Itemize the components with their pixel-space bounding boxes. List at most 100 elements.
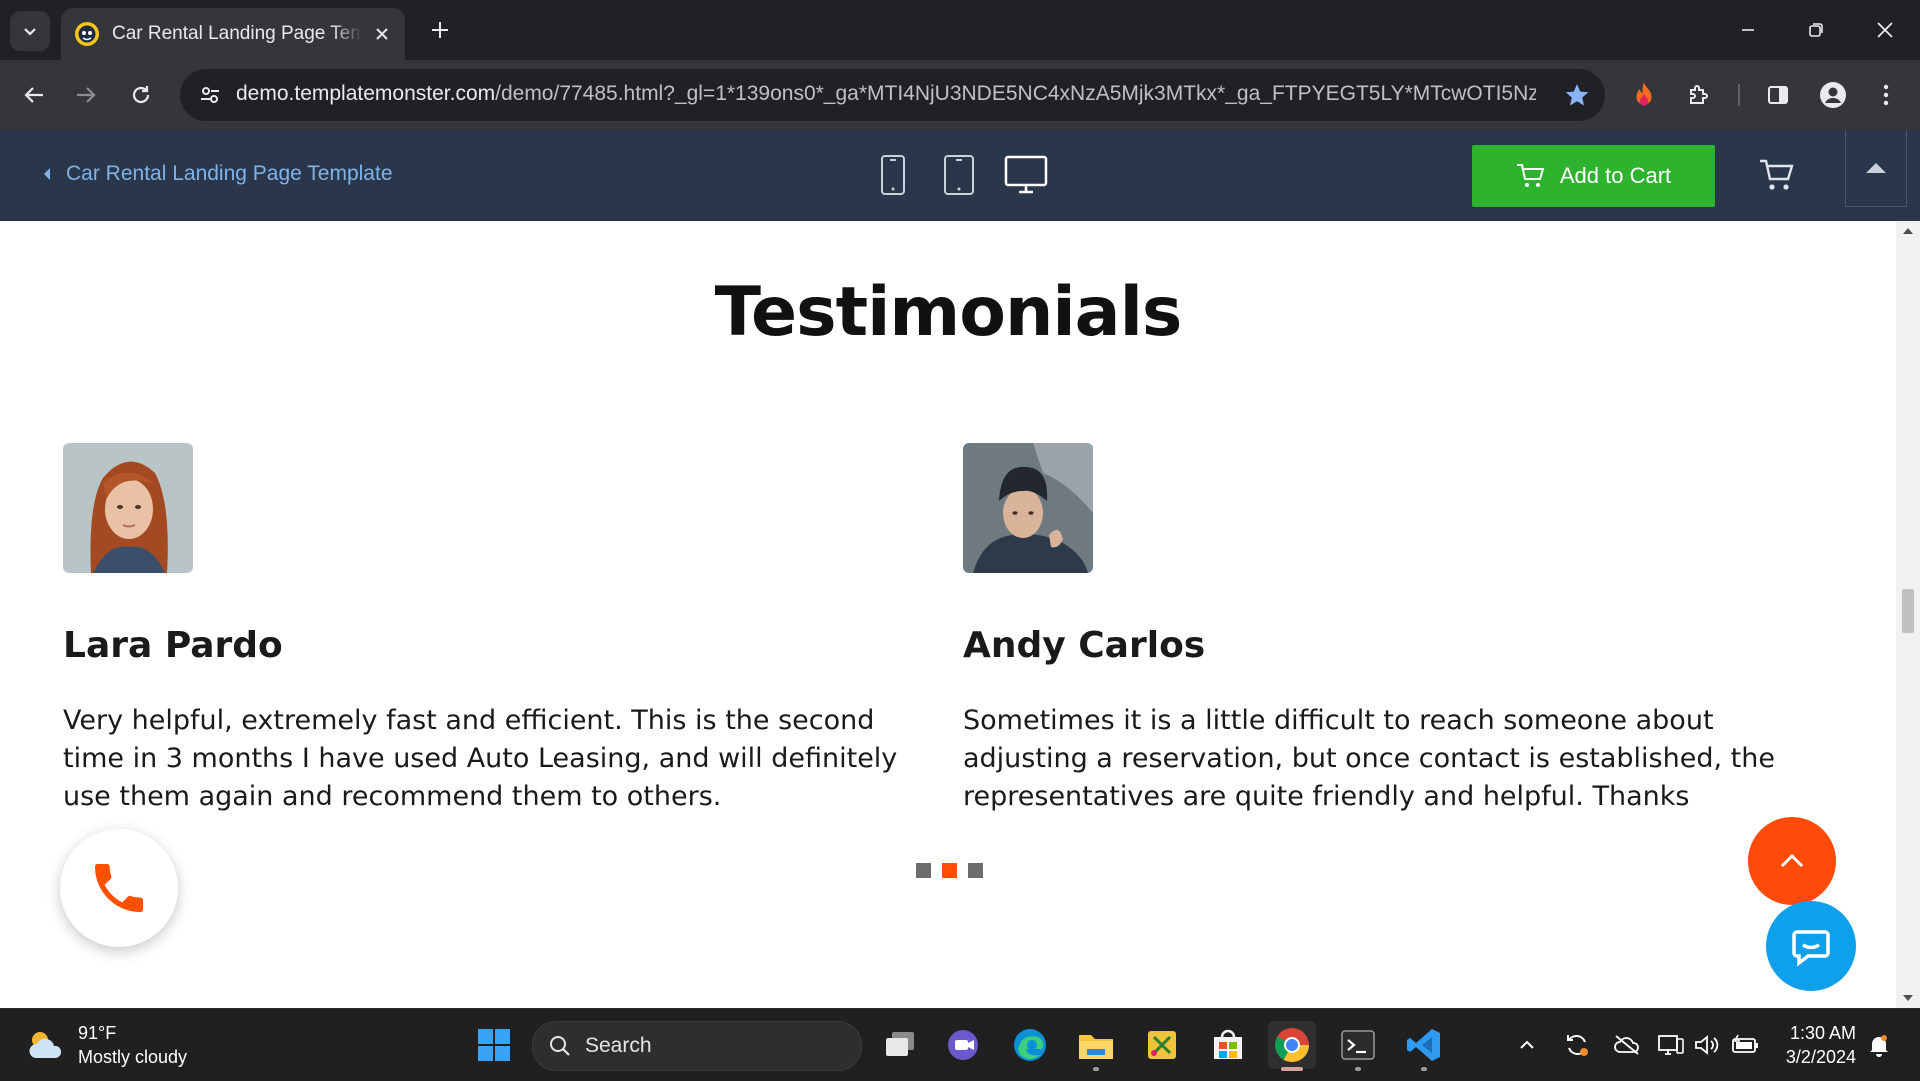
add-to-cart-label: Add to Cart	[1559, 163, 1672, 188]
caret-left-icon	[44, 168, 50, 180]
call-button[interactable]	[60, 829, 178, 947]
carousel-dot[interactable]	[968, 863, 983, 878]
side-panel-icon	[1768, 86, 1788, 104]
taskbar-search[interactable]: Search	[532, 1021, 862, 1071]
taskbar-app-vscode[interactable]	[1400, 1021, 1448, 1071]
testimonial-name: Lara Pardo	[63, 625, 283, 666]
device-mobile-button[interactable]	[879, 154, 907, 196]
side-panel-button[interactable]	[1758, 75, 1798, 115]
page-scrollbar[interactable]	[1896, 221, 1920, 1008]
task-view-button[interactable]	[876, 1021, 924, 1069]
weather-temp: 91°F	[78, 1023, 117, 1043]
forward-button[interactable]	[66, 75, 106, 115]
address-bar[interactable]: demo.templatemonster.com/demo/77485.html…	[180, 69, 1605, 121]
device-tablet-button[interactable]	[942, 154, 976, 196]
avatar	[963, 443, 1093, 573]
chrome-icon	[1275, 1028, 1309, 1062]
scroll-to-top-button[interactable]	[1748, 817, 1836, 905]
cloud-off-icon	[1614, 1035, 1639, 1055]
browser-tab-active[interactable]: Car Rental Landing Page Template | Templ…	[61, 8, 405, 60]
chat-video-icon	[948, 1030, 978, 1060]
folder-icon	[1079, 1035, 1113, 1059]
tray-onedrive[interactable]	[1612, 1031, 1642, 1059]
scroll-down-arrow-icon[interactable]	[1902, 994, 1914, 1002]
chat-icon	[1792, 930, 1830, 967]
system-clock[interactable]: 1:30 AM 3/2/2024	[1770, 1021, 1856, 1069]
account-icon	[1820, 82, 1846, 108]
show-hidden-icons-button[interactable]	[1512, 1031, 1542, 1059]
carousel-dot[interactable]	[916, 863, 931, 878]
taskbar-app-chrome[interactable]	[1268, 1021, 1316, 1071]
extension-fire-button[interactable]	[1624, 75, 1664, 115]
sync-icon	[1567, 1035, 1588, 1056]
cart-button[interactable]	[1756, 154, 1798, 196]
add-to-cart-button[interactable]: Add to Cart	[1472, 145, 1715, 207]
plus-icon	[432, 22, 448, 38]
back-to-template-link[interactable]: Car Rental Landing Page Template	[42, 162, 393, 186]
extensions-button[interactable]	[1679, 75, 1719, 115]
template-title-link[interactable]: Car Rental Landing Page Template	[66, 162, 393, 186]
taskbar-app-edge[interactable]	[1006, 1021, 1054, 1069]
taskbar-app-file-explorer[interactable]	[1072, 1021, 1120, 1071]
tab-close-button[interactable]	[370, 22, 394, 46]
taskbar-app-store[interactable]	[1204, 1021, 1252, 1069]
desktop-icon	[1004, 155, 1048, 194]
tray-network[interactable]	[1656, 1031, 1686, 1059]
weather-text: 91°F Mostly cloudy	[78, 1021, 187, 1069]
close-window-button[interactable]	[1862, 10, 1908, 50]
restore-button[interactable]	[1793, 10, 1839, 50]
search-icon	[550, 1036, 570, 1056]
new-tab-button[interactable]	[424, 14, 456, 46]
carousel-dot-active[interactable]	[942, 863, 957, 878]
browser-menu-button[interactable]	[1866, 75, 1906, 115]
testimonial-card: Andy Carlos Sometimes it is a little dif…	[963, 443, 1843, 816]
live-chat-button[interactable]	[1766, 901, 1856, 991]
reload-icon	[132, 86, 150, 104]
chevron-down-icon	[24, 28, 36, 36]
browser-tab-strip: Car Rental Landing Page Template | Templ…	[0, 0, 1920, 60]
notifications-button[interactable]	[1864, 1031, 1894, 1059]
testimonial-name: Andy Carlos	[963, 625, 1206, 666]
chevron-up-icon	[1780, 853, 1804, 868]
profile-button[interactable]	[1813, 75, 1853, 115]
tab-search-button[interactable]	[10, 11, 50, 51]
minimize-button[interactable]	[1725, 10, 1771, 50]
bookmark-star-button[interactable]	[1561, 79, 1593, 111]
page-viewport: Testimonials Lara Pardo Very helpful, ex…	[0, 221, 1896, 1008]
carousel-pagination	[916, 863, 983, 878]
reload-button[interactable]	[121, 75, 161, 115]
tablet-icon	[944, 155, 974, 195]
store-icon	[1214, 1029, 1242, 1059]
running-indicator	[1281, 1067, 1303, 1071]
edge-icon	[1014, 1029, 1046, 1061]
back-button[interactable]	[14, 75, 54, 115]
star-icon	[1565, 84, 1589, 106]
scroll-up-arrow-icon[interactable]	[1902, 227, 1914, 235]
start-button[interactable]	[470, 1021, 518, 1069]
taskbar-app-terminal[interactable]	[1334, 1021, 1382, 1071]
testimonial-card: Lara Pardo Very helpful, extremely fast …	[63, 443, 943, 816]
tray-sync[interactable]	[1562, 1031, 1592, 1059]
tray-volume[interactable]	[1692, 1031, 1722, 1059]
cloudy-weather-icon	[29, 1032, 62, 1058]
tab-title: Car Rental Landing Page Template | Templ…	[112, 23, 362, 44]
device-desktop-button[interactable]	[1004, 154, 1048, 196]
taskbar-app-teams[interactable]	[940, 1021, 988, 1069]
collapse-bar-button[interactable]	[1845, 130, 1907, 207]
url-path: /demo/77485.html?_gl=1*139ons0*_ga*MTI4N…	[495, 82, 1536, 105]
url-host: demo.templatemonster.com	[236, 82, 496, 105]
bell-icon	[1870, 1035, 1888, 1057]
taskbar-app-snipping[interactable]	[1138, 1021, 1186, 1069]
section-title: Testimonials	[714, 273, 1183, 352]
shopping-cart-icon	[1760, 159, 1794, 190]
more-vert-icon	[1883, 84, 1889, 106]
tray-battery[interactable]	[1730, 1031, 1760, 1059]
scrollbar-thumb[interactable]	[1902, 589, 1914, 633]
weather-widget[interactable]: 91°F Mostly cloudy	[26, 1021, 187, 1069]
avatar-photo-woman	[63, 443, 193, 573]
fire-icon	[1636, 82, 1652, 106]
running-indicator	[1093, 1067, 1099, 1071]
network-icon	[1658, 1035, 1684, 1055]
site-info-button[interactable]	[194, 79, 226, 111]
arrow-right-icon	[77, 87, 96, 103]
